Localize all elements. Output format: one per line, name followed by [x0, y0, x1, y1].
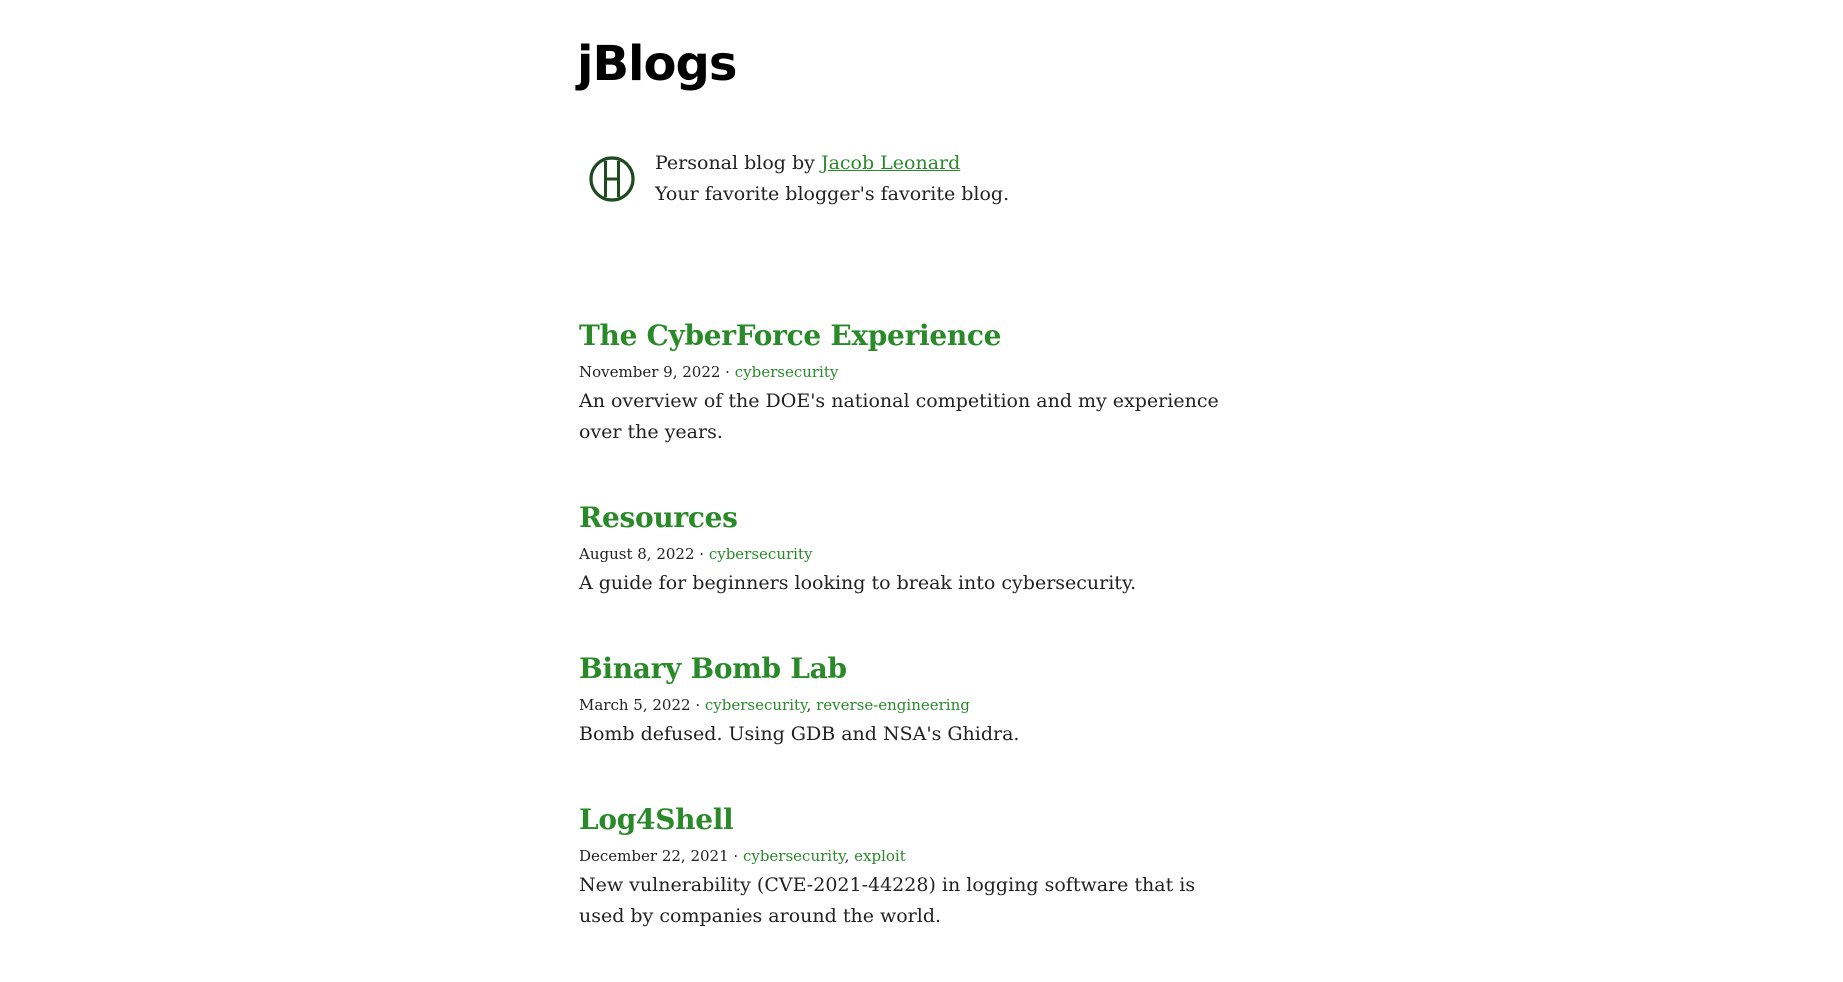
- post-date: March 5, 2022: [579, 696, 691, 714]
- post-description: An overview of the DOE's national compet…: [579, 390, 1219, 443]
- bio-prefix: Personal blog by: [655, 152, 821, 174]
- jl-monogram-icon: [589, 156, 635, 202]
- bio-text: Personal blog by Jacob Leonard Your favo…: [655, 148, 1009, 210]
- post-date: November 9, 2022: [579, 363, 721, 381]
- bio-tagline: Your favorite blogger's favorite blog.: [655, 183, 1010, 205]
- tag-link[interactable]: cybersecurity: [735, 363, 839, 381]
- tag-link[interactable]: cybersecurity: [709, 545, 813, 563]
- post-item: Binary Bomb Lab March 5, 2022 · cybersec…: [579, 649, 1239, 750]
- post-date: December 22, 2021: [579, 847, 729, 865]
- tag-link[interactable]: exploit: [854, 847, 906, 865]
- post-item: The CyberForce Experience November 9, 20…: [579, 316, 1239, 448]
- post-description: Bomb defused. Using GDB and NSA's Ghidra…: [579, 723, 1020, 745]
- post-meta: August 8, 2022 · cybersecurity: [579, 545, 813, 563]
- post-date: August 8, 2022: [579, 545, 695, 563]
- site-title[interactable]: jBlogs: [577, 40, 737, 88]
- post-meta: December 22, 2021 · cybersecurity, explo…: [579, 847, 906, 865]
- post-item: Resources August 8, 2022 · cybersecurity…: [579, 498, 1239, 599]
- post-meta: March 5, 2022 · cybersecurity, reverse-e…: [579, 696, 970, 714]
- post-title-link[interactable]: Log4Shell: [579, 800, 1239, 840]
- post-description: New vulnerability (CVE-2021-44228) in lo…: [579, 874, 1196, 927]
- post-meta: November 9, 2022 · cybersecurity: [579, 363, 839, 381]
- author-link[interactable]: Jacob Leonard: [821, 152, 960, 174]
- post-list: The CyberForce Experience November 9, 20…: [579, 316, 1239, 982]
- tag-link[interactable]: reverse-engineering: [816, 696, 970, 714]
- post-description: A guide for beginners looking to break i…: [579, 572, 1137, 594]
- tag-link[interactable]: cybersecurity: [743, 847, 845, 865]
- post-item: Log4Shell December 22, 2021 · cybersecur…: [579, 800, 1239, 932]
- bio-byline: Personal blog by Jacob Leonard: [655, 148, 1009, 179]
- tag-link[interactable]: cybersecurity: [705, 696, 807, 714]
- post-title-link[interactable]: The CyberForce Experience: [579, 316, 1239, 356]
- post-title-link[interactable]: Resources: [579, 498, 1239, 538]
- post-title-link[interactable]: Binary Bomb Lab: [579, 649, 1239, 689]
- bio: Personal blog by Jacob Leonard Your favo…: [587, 148, 1009, 210]
